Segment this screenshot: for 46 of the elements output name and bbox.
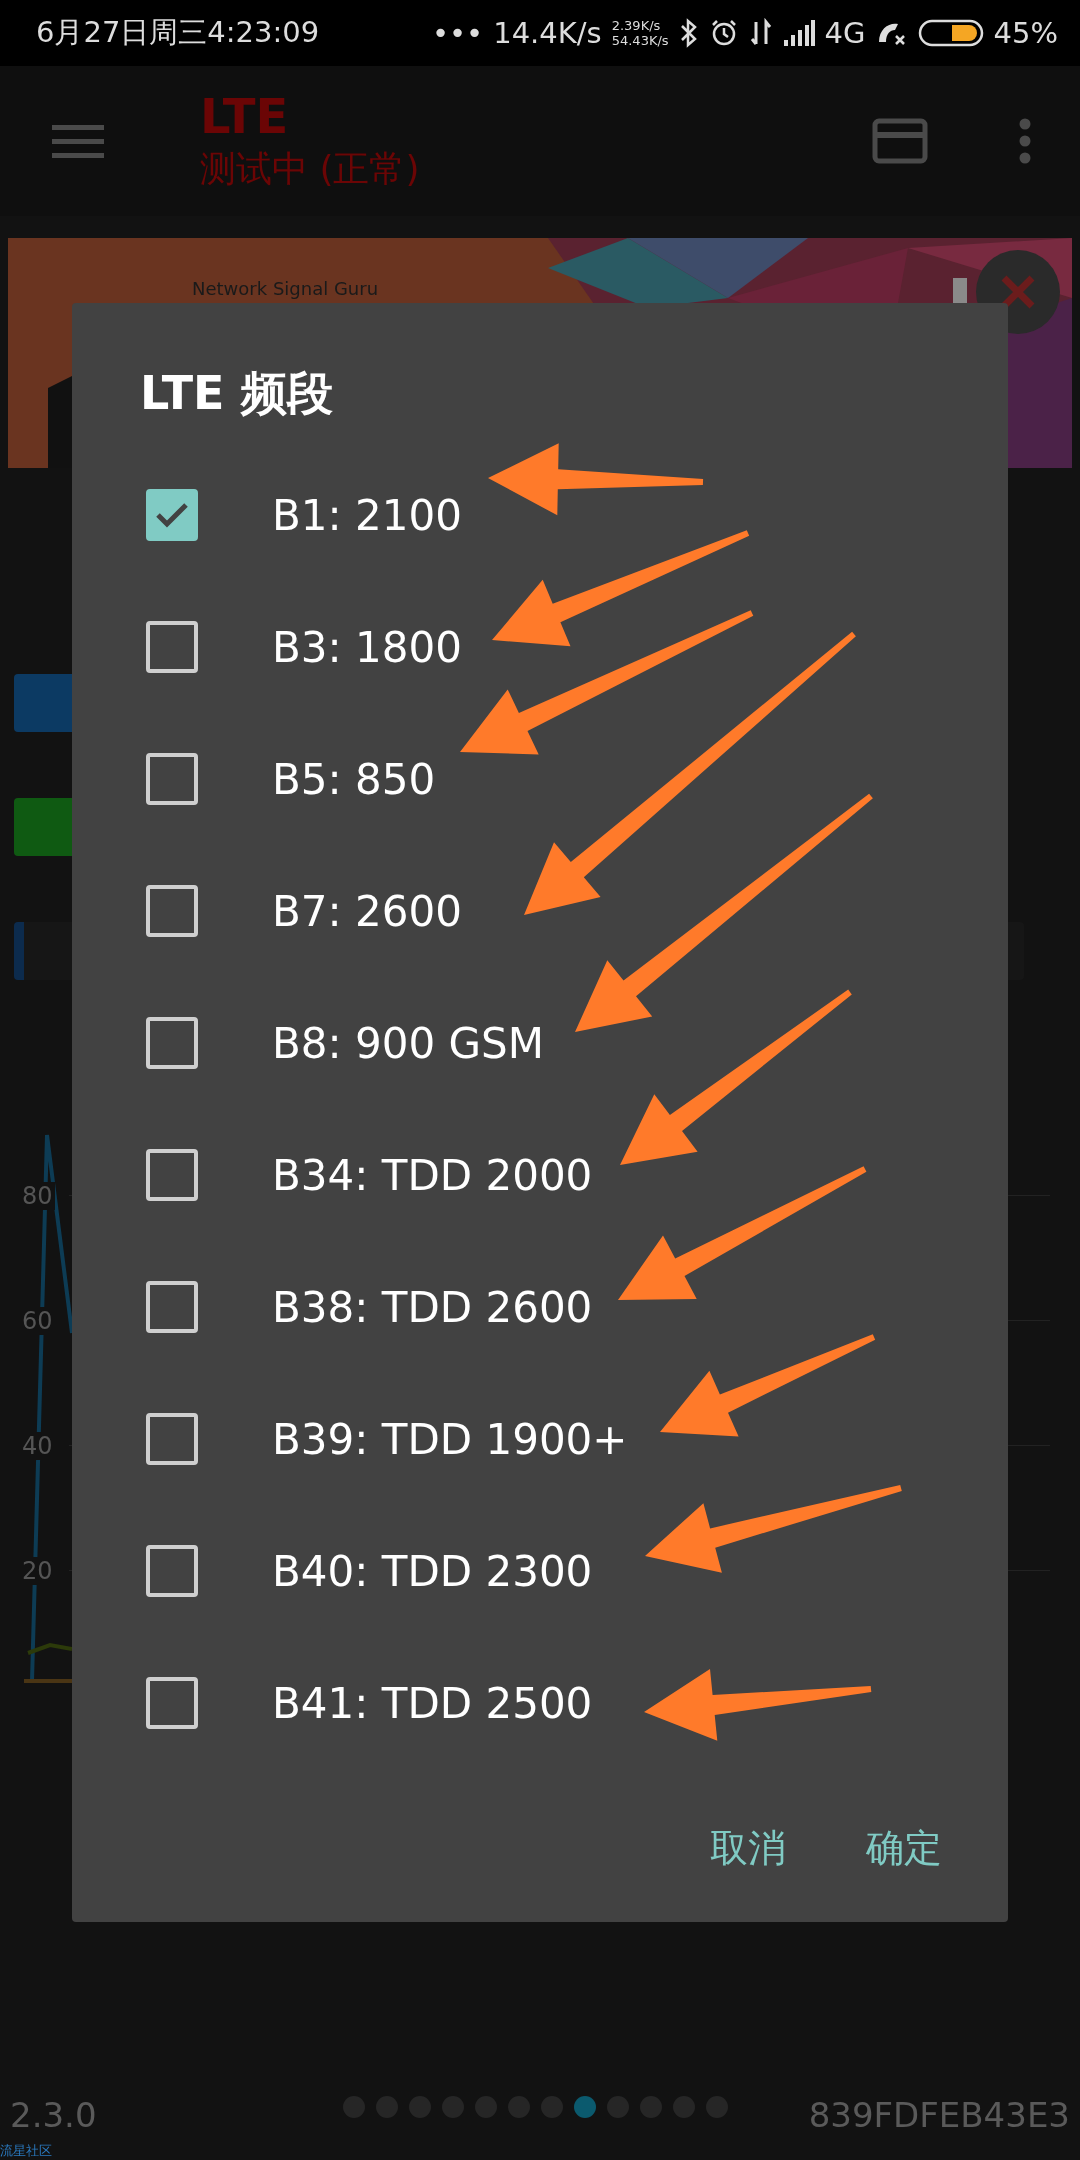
data-transfer-icon: [748, 18, 773, 48]
dialog-button[interactable]: 取消: [690, 1807, 806, 1890]
dialog-button[interactable]: 确定: [846, 1807, 962, 1890]
checkbox[interactable]: [146, 621, 198, 673]
band-label[interactable]: B38: TDD 2600: [272, 1282, 593, 1332]
battery-percent: 45%: [993, 16, 1058, 50]
ad-text: Network Signal Guru: [192, 278, 379, 299]
signal-icon: [782, 20, 815, 46]
checkbox[interactable]: [146, 885, 198, 937]
page-dot[interactable]: [574, 2096, 596, 2118]
menu-icon[interactable]: [52, 123, 104, 159]
toolbar-subtitle: 测试中 (正常): [200, 147, 420, 191]
status-time: 6月27日周三4:23:09: [36, 14, 320, 51]
band-label[interactable]: B8: 900 GSM: [272, 1018, 544, 1068]
network-type: 4G: [824, 16, 866, 50]
battery-icon: [917, 18, 984, 48]
checkbox[interactable]: [146, 753, 198, 805]
band-label[interactable]: B3: 1800: [272, 622, 462, 672]
band-label[interactable]: B5: 850: [272, 754, 436, 804]
status-more: •••: [431, 16, 484, 50]
more-icon[interactable]: [1018, 118, 1032, 164]
band-label[interactable]: B7: 2600: [272, 886, 462, 936]
band-label[interactable]: B34: TDD 2000: [272, 1150, 593, 1200]
community-link[interactable]: 流星社区: [0, 2142, 52, 2160]
band-label[interactable]: B40: TDD 2300: [272, 1546, 593, 1596]
toolbar-title: LTE: [200, 88, 290, 144]
device-id: 839FDFEB43E3: [808, 2095, 1070, 2135]
upload-rate: 2.39K/s: [611, 18, 662, 33]
band-label[interactable]: B41: TDD 2500: [272, 1678, 593, 1728]
checkbox[interactable]: [146, 1677, 198, 1729]
dialog-title: LTE 频段: [140, 365, 333, 421]
network-speed: 14.4K/s: [493, 16, 602, 50]
band-label[interactable]: B1: 2100: [272, 490, 462, 540]
version-text: 2.3.0: [10, 2095, 97, 2135]
check-icon: [155, 501, 189, 529]
band-label[interactable]: B39: TDD 1900+: [272, 1414, 628, 1464]
bluetooth-icon: [678, 18, 699, 48]
checkbox[interactable]: [146, 1149, 198, 1201]
checkbox[interactable]: [146, 1413, 198, 1465]
axis-label: 80: [20, 1181, 55, 1210]
checkbox[interactable]: [146, 1017, 198, 1069]
download-rate: 54.43K/s: [611, 33, 669, 48]
checkbox[interactable]: [146, 1545, 198, 1597]
checkbox[interactable]: [146, 1281, 198, 1333]
checkbox[interactable]: [146, 489, 198, 541]
card-icon[interactable]: [872, 118, 928, 164]
